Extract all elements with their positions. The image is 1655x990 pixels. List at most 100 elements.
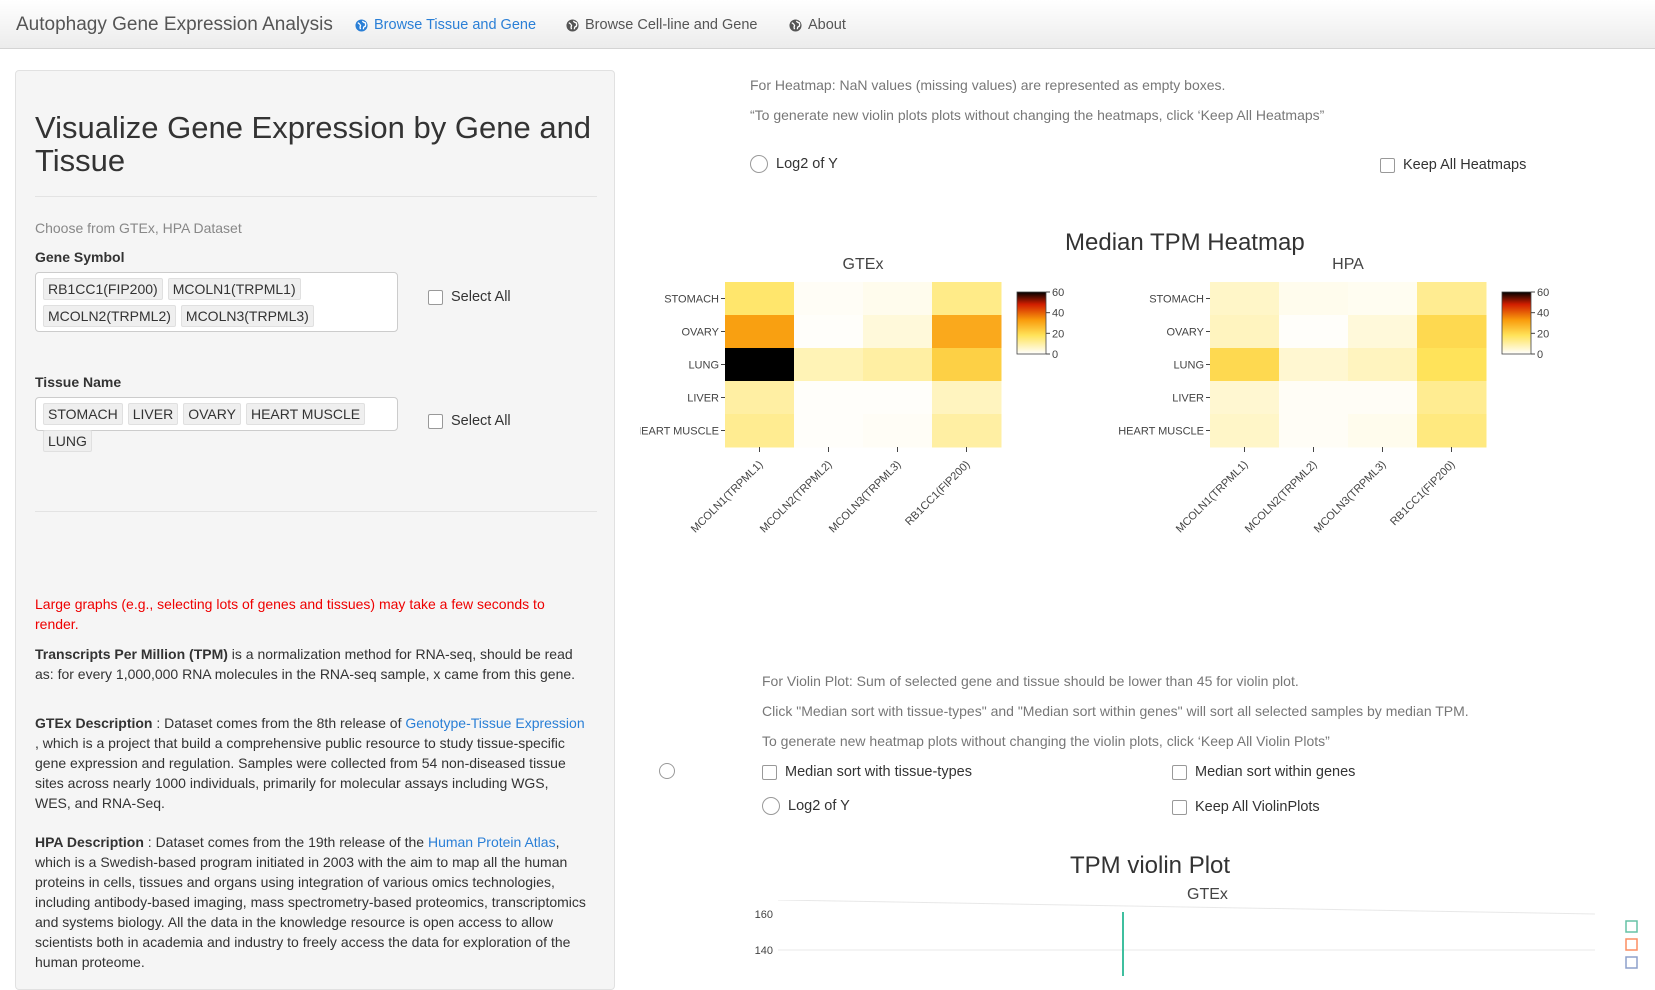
violin-chart: 160 140 bbox=[755, 900, 1638, 976]
hpa-description: HPA Description : Dataset comes from the… bbox=[35, 832, 588, 972]
colorbar-tick-label: 20 bbox=[1537, 328, 1549, 340]
render-warning: Large graphs (e.g., selecting lots of ge… bbox=[35, 596, 545, 632]
x-tick-label: MCOLN2(TRPML2) bbox=[758, 459, 835, 536]
heatmap-cell bbox=[1348, 381, 1418, 415]
gtex-pre: : Dataset comes from the 8th release of bbox=[152, 715, 406, 731]
y-tick-label: OVARY bbox=[682, 327, 720, 339]
heatmap-cell bbox=[1210, 315, 1280, 349]
heatmap-cell bbox=[863, 315, 933, 349]
colorbar-tick-label: 0 bbox=[1537, 349, 1543, 361]
heatmap-cell bbox=[725, 282, 795, 316]
heatmap-cell bbox=[932, 381, 1002, 415]
divider bbox=[35, 511, 597, 512]
violin-log2-radio[interactable]: Log2 of Y bbox=[762, 797, 850, 815]
colorbar-tick-label: 40 bbox=[1052, 308, 1064, 320]
violin-option-radio[interactable] bbox=[659, 763, 675, 779]
legend-swatch[interactable] bbox=[1625, 938, 1638, 951]
divider bbox=[35, 196, 597, 197]
y-tick-label: STOMACH bbox=[1149, 294, 1204, 306]
hpa-link[interactable]: Human Protein Atlas bbox=[428, 834, 556, 850]
keep-all-heatmaps-checkbox[interactable]: Keep All Heatmaps bbox=[1380, 157, 1526, 173]
median-sort-genes-checkbox[interactable]: Median sort within genes bbox=[1172, 764, 1355, 780]
heatmap-gtex: GTEx STOMACH OVARY LUNG LIVER HEART MUSCLE MCO… bbox=[640, 256, 1064, 535]
radio-circle[interactable] bbox=[762, 797, 780, 815]
tpm-description: Transcripts Per Million (TPM) is a norma… bbox=[35, 644, 588, 684]
y-tick-label: LUNG bbox=[1173, 360, 1204, 372]
x-tick-label: RB1CC1(FIP200) bbox=[1388, 459, 1457, 528]
tissue-name-label: Tissue Name bbox=[35, 374, 122, 390]
radio-circle[interactable] bbox=[750, 155, 768, 173]
checkbox-box[interactable] bbox=[1172, 799, 1187, 815]
checkbox-box[interactable] bbox=[428, 289, 443, 305]
heatmap-cell bbox=[863, 414, 933, 448]
tpm-bold: Transcripts Per Million (TPM) bbox=[35, 646, 228, 662]
tissue-select[interactable]: STOMACH LIVER OVARY HEART MUSCLE LUNG bbox=[35, 397, 398, 452]
tissue-tag[interactable]: STOMACH bbox=[43, 403, 123, 425]
keep-all-violinplots-checkbox[interactable]: Keep All ViolinPlots bbox=[1172, 799, 1320, 815]
tissue-select-all-checkbox[interactable]: Select All bbox=[428, 413, 511, 429]
heatmap-cell bbox=[932, 315, 1002, 349]
heatmap-cell bbox=[863, 282, 933, 316]
gtex-bold: GTEx Description bbox=[35, 715, 153, 731]
colorbar-tick-label: 20 bbox=[1052, 328, 1064, 340]
gene-tag[interactable]: MCOLN1(TRPML1) bbox=[167, 278, 301, 300]
y-tick-label: 160 bbox=[755, 909, 773, 921]
heatmap-cell bbox=[725, 315, 795, 349]
heatmap-note-nan: For Heatmap: NaN values (missing values)… bbox=[750, 77, 1226, 93]
heatmap-cell bbox=[1279, 381, 1349, 415]
gene-symbol-label: Gene Symbol bbox=[35, 249, 125, 265]
violin-title: TPM violin Plot bbox=[1070, 852, 1231, 879]
y-tick-label: LUNG bbox=[688, 360, 719, 372]
gene-tag[interactable]: RB1CC1(FIP200) bbox=[43, 278, 163, 300]
checkbox-box[interactable] bbox=[1172, 764, 1187, 780]
gene-tag[interactable]: MCOLN3(TRPML3) bbox=[180, 305, 314, 327]
violin-note-sum: For Violin Plot: Sum of selected gene an… bbox=[762, 673, 1299, 689]
tab-label: Browse Cell-line and Gene bbox=[585, 17, 758, 33]
gene-select[interactable]: RB1CC1(FIP200) MCOLN1(TRPML1) MCOLN2(TRP… bbox=[35, 272, 398, 332]
app-brand[interactable]: Autophagy Gene Expression Analysis bbox=[16, 14, 333, 36]
gtex-link[interactable]: Genotype-Tissue Expression bbox=[405, 715, 584, 731]
radio-label: Log2 of Y bbox=[788, 798, 850, 814]
gene-select-all-checkbox[interactable]: Select All bbox=[428, 289, 511, 305]
tab-browse-cellline-gene[interactable]: Browse Cell-line and Gene bbox=[566, 17, 757, 33]
legend-swatch[interactable] bbox=[1625, 920, 1638, 933]
checkbox-label: Keep All Heatmaps bbox=[1403, 157, 1527, 173]
checkbox-box[interactable] bbox=[428, 413, 443, 429]
colorbar-tick-label: 40 bbox=[1537, 308, 1549, 320]
heatmap-cell bbox=[725, 414, 795, 448]
x-tick-label: MCOLN3(TRPML3) bbox=[827, 459, 904, 536]
legend-swatch[interactable] bbox=[1625, 956, 1638, 969]
heatmap-note-keep: “To generate new violin plots plots with… bbox=[750, 107, 1325, 123]
heatmap-log2-radio[interactable]: Log2 of Y bbox=[750, 155, 838, 173]
radio-label: Log2 of Y bbox=[776, 156, 838, 172]
page-title: Visualize Gene Expression by Gene and Ti… bbox=[35, 110, 592, 178]
y-tick-label: STOMACH bbox=[664, 294, 719, 306]
heatmap-cell bbox=[1279, 348, 1349, 382]
heatmap-title: Median TPM Heatmap bbox=[1065, 229, 1305, 256]
colorbar-tick-label: 0 bbox=[1052, 349, 1058, 361]
heatmap-cell bbox=[725, 348, 795, 382]
tab-label: Browse Tissue and Gene bbox=[374, 17, 537, 33]
heatmap-cell bbox=[1417, 315, 1487, 349]
colorbar bbox=[1016, 291, 1047, 355]
y-tick-label: OVARY bbox=[1167, 327, 1205, 339]
tissue-tag[interactable]: HEART MUSCLE bbox=[245, 403, 366, 425]
heatmap-cell bbox=[794, 315, 864, 349]
tissue-tag[interactable]: OVARY bbox=[183, 403, 241, 425]
heatmap-hpa: HPA STOMACH OVARY LUNG LIVER HEART MUSCLE MCOL… bbox=[1118, 256, 1549, 535]
tab-browse-tissue-gene[interactable]: Browse Tissue and Gene bbox=[355, 17, 536, 33]
violin-note-keep: To generate new heatmap plots without ch… bbox=[762, 733, 1330, 749]
colorbar-tick-label: 60 bbox=[1052, 287, 1064, 299]
checkbox-box[interactable] bbox=[762, 764, 777, 780]
hpa-bold: HPA Description bbox=[35, 834, 144, 850]
tissue-tag[interactable]: LIVER bbox=[127, 403, 179, 425]
hpa-pre: : Dataset comes from the 19th release of… bbox=[143, 834, 428, 850]
tab-about[interactable]: About bbox=[789, 17, 846, 33]
gene-tag[interactable]: MCOLN2(TRPML2) bbox=[43, 305, 176, 327]
y-tick-label: HEART MUSCLE bbox=[1118, 426, 1204, 438]
checkbox-box[interactable] bbox=[1380, 157, 1395, 173]
median-sort-tissue-checkbox[interactable]: Median sort with tissue-types bbox=[762, 764, 972, 780]
tissue-tag[interactable]: LUNG bbox=[43, 430, 92, 452]
globe-icon bbox=[355, 18, 368, 32]
heatmap-cell bbox=[794, 381, 864, 415]
